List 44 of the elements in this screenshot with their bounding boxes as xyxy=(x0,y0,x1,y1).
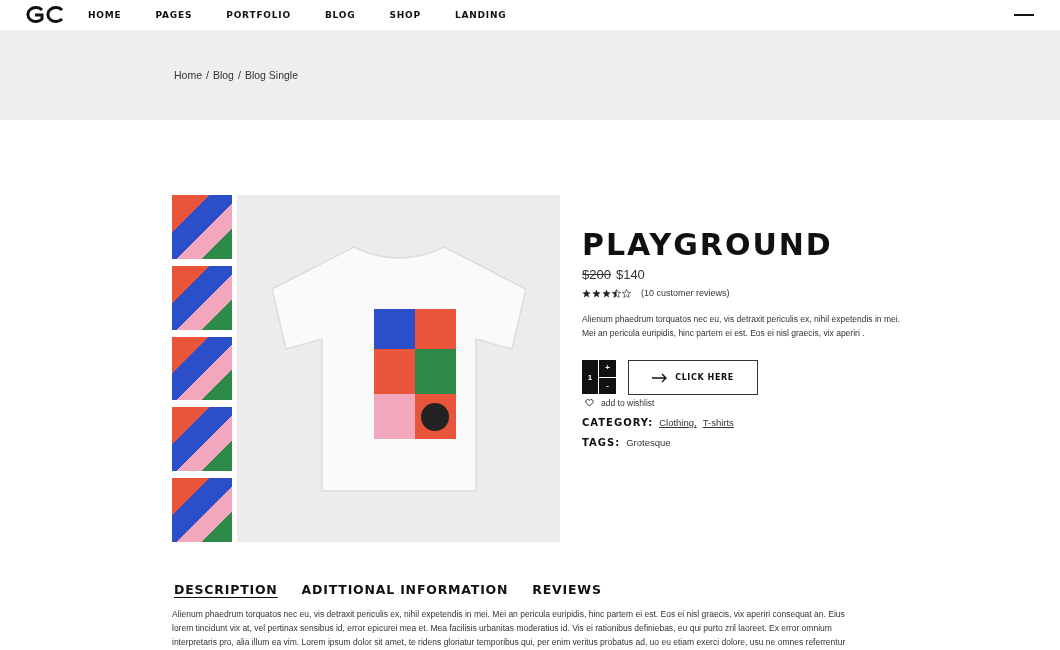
tags-label: TAGS: xyxy=(582,437,621,448)
breadcrumb-separator: / xyxy=(206,69,209,81)
star-icon xyxy=(622,288,631,298)
nav-link[interactable]: PAGES xyxy=(155,10,193,20)
nav-link[interactable]: SHOP xyxy=(389,10,421,20)
product-summary: Alienum phaedrum torquatos nec eu, vis detraxit periculis ex, nihil expetendis in mei. Mei an pericula euripidis, hinc partem ei est. Eos ei nisl graecis, vix aperiri . xyxy=(582,313,901,340)
nav-link[interactable]: BLOG xyxy=(324,10,356,20)
quantity-field[interactable]: 1 xyxy=(582,360,598,394)
old-price: $200 xyxy=(582,267,611,282)
increase-button[interactable]: + xyxy=(599,360,616,377)
category-label: CATEGORY: xyxy=(582,417,654,428)
category-link[interactable]: T-shirts xyxy=(702,417,734,428)
thumbnail-photo-placeholder[interactable] xyxy=(172,407,232,472)
category-link[interactable]: Clothing, xyxy=(659,417,697,428)
breadcrumb-link[interactable]: Home xyxy=(174,69,202,81)
tab[interactable]: ADITTIONAL INFORMATION xyxy=(299,582,511,598)
tag-text: Grotesque xyxy=(626,437,671,448)
add-to-cart-button[interactable]: CLICK HERE xyxy=(628,360,758,395)
reviews-link[interactable]: (10 customer reviews) xyxy=(641,288,730,298)
breadcrumb-link[interactable]: Blog xyxy=(212,69,234,81)
menu-icon[interactable] xyxy=(1014,11,1034,19)
arrow-icon xyxy=(652,372,669,383)
star-icon xyxy=(602,288,611,298)
tab[interactable]: REVIEWS xyxy=(530,582,604,598)
breadcrumb-separator: / xyxy=(237,69,241,81)
heart-icon xyxy=(585,399,594,407)
description-text: Alienum phaedrum torquatos nec eu, vis detraxit periculis ex, nihil expetendis in mei. Mei an pericula euripidis, hinc partem ei est. Eos ei nisl graecis, vix aperiri consequat an. Eius lorem tincidunt vix at, vel pertinax sensibus id, error epicurei mea et. Mea facilisis urbanitas moderatius id. Vis ei rationibus definiebas, eu qui purto zril laoreet. Ex error omnium interpretaris pro, alia illum ea vim. Lorem ipsum dolor sit amet, te ridens gloriatur temporibus qui, per enim veritus probatus ad, uo eu etiam exerci dolore, usu ne omnes referrentur xyxy=(172,608,847,649)
product-title: PLAYGROUND xyxy=(582,227,834,263)
thumbnail-photo-placeholder[interactable] xyxy=(172,478,232,542)
nav-link[interactable]: LANDING xyxy=(454,10,507,20)
decrease-button[interactable]: - xyxy=(599,377,616,394)
thumbnail-photo-placeholder[interactable] xyxy=(172,336,232,401)
logo-icon[interactable] xyxy=(24,6,66,24)
thumbnail-photo-placeholder[interactable] xyxy=(172,265,232,330)
star-icon xyxy=(582,288,591,298)
nav-link[interactable]: HOME xyxy=(88,10,122,20)
star-icon xyxy=(612,288,621,298)
price: $140 xyxy=(615,267,645,282)
breadcrumb-link[interactable]: Blog Single xyxy=(244,69,298,81)
wishlist-link[interactable]: add to wishlist xyxy=(585,398,902,408)
thumbnail-photo-placeholder[interactable] xyxy=(172,195,232,259)
nav-link[interactable]: PORTFOLIO xyxy=(226,10,291,20)
star-icon xyxy=(592,288,601,298)
tab[interactable]: DESCRIPTION xyxy=(172,582,280,598)
